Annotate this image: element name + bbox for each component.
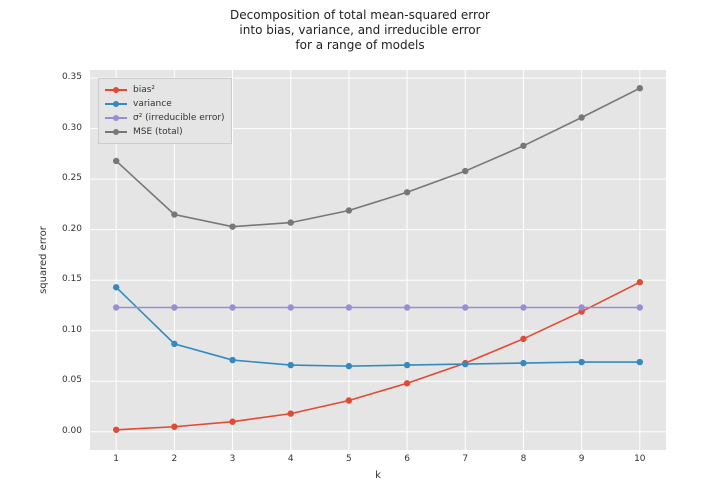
legend-swatch-variance xyxy=(105,99,127,109)
x-tick-label: 6 xyxy=(397,454,417,464)
chart-title: Decomposition of total mean-squared erro… xyxy=(0,8,720,53)
y-tick-label: 0.35 xyxy=(0,72,82,82)
x-tick-label: 1 xyxy=(106,454,126,464)
x-tick-label: 9 xyxy=(572,454,592,464)
x-tick-label: 2 xyxy=(164,454,184,464)
y-tick-label: 0.30 xyxy=(0,123,82,133)
legend-swatch-sigma2 xyxy=(105,113,127,123)
x-tick-label: 4 xyxy=(281,454,301,464)
legend-swatch-mse xyxy=(105,127,127,137)
legend-item-sigma2: σ² (irreducible error) xyxy=(105,111,225,125)
x-tick-label: 8 xyxy=(513,454,533,464)
x-axis-label: k xyxy=(90,470,666,481)
legend-label-bias2: bias² xyxy=(133,85,155,95)
legend-item-mse: MSE (total) xyxy=(105,125,225,139)
legend-swatch-bias2 xyxy=(105,85,127,95)
y-tick-label: 0.00 xyxy=(0,426,82,436)
legend-label-mse: MSE (total) xyxy=(133,127,183,137)
title-line-3: for a range of models xyxy=(295,38,424,52)
title-line-1: Decomposition of total mean-squared erro… xyxy=(230,8,490,22)
legend-item-bias2: bias² xyxy=(105,83,225,97)
y-tick-label: 0.15 xyxy=(0,274,82,284)
y-tick-label: 0.25 xyxy=(0,173,82,183)
legend: bias² variance σ² (irreducible error) MS… xyxy=(98,78,232,144)
figure: Decomposition of total mean-squared erro… xyxy=(0,0,720,504)
legend-label-variance: variance xyxy=(133,99,172,109)
title-line-2: into bias, variance, and irreducible err… xyxy=(239,23,480,37)
x-tick-label: 3 xyxy=(223,454,243,464)
legend-label-sigma2: σ² (irreducible error) xyxy=(133,113,225,123)
x-tick-label: 5 xyxy=(339,454,359,464)
y-tick-label: 0.05 xyxy=(0,375,82,385)
x-tick-label: 7 xyxy=(455,454,475,464)
x-tick-label: 10 xyxy=(630,454,650,464)
plot-area: bias² variance σ² (irreducible error) MS… xyxy=(90,70,666,450)
legend-item-variance: variance xyxy=(105,97,225,111)
y-tick-label: 0.10 xyxy=(0,325,82,335)
y-tick-label: 0.20 xyxy=(0,224,82,234)
